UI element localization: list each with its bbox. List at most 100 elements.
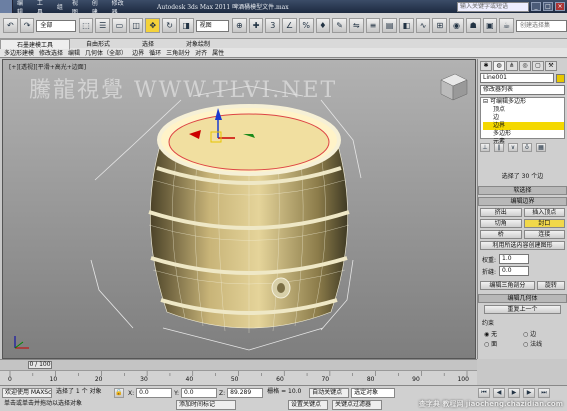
turn-button[interactable]: 旋转 [536,281,565,290]
motion-tab-icon[interactable]: ◎ [519,61,531,71]
ribbon-panel-geometry-all[interactable]: 几何体（全部） [85,48,127,57]
z-coordinate-field[interactable]: 89.289 [227,388,264,398]
constraint-edge-radio[interactable]: ○ 边 [523,329,561,338]
stack-item-border[interactable]: 边界 [483,122,564,130]
layer-manager-icon[interactable]: ▤ [382,18,398,33]
ribbon-tab-selection[interactable]: 选择 [126,39,170,48]
select-rotate-icon[interactable]: ↻ [162,18,177,33]
search-input[interactable]: 输入关键字或短语 [457,1,529,12]
weight-spinner[interactable]: 1.0 [499,254,530,264]
ribbon-panel-poly-modeling[interactable]: 多边形建模 [4,48,34,57]
perspective-viewport[interactable]: [+][透视][平滑+高光+边面] 騰龍視覺 WWW.TLVI.NET [2,59,476,359]
modify-tab-icon[interactable]: ◍ [493,61,505,71]
create-tab-icon[interactable]: ✱ [480,61,492,71]
ribbon-tab-graphite[interactable]: 石墨建模工具 [0,38,71,49]
extrude-button[interactable]: 挤出 [480,208,522,217]
rect-selection-icon[interactable]: ▭ [112,18,127,33]
ribbon-panel-align[interactable]: 对齐 [195,48,207,57]
cap-button[interactable]: 封口 [523,219,565,228]
window-crossing-icon[interactable]: ◫ [128,18,144,33]
select-move-icon[interactable]: ✥ [145,18,161,33]
crease-spinner[interactable]: 0.0 [499,266,530,276]
insert-vertex-button[interactable]: 插入顶点 [523,208,565,217]
stack-item-polygon[interactable]: 多边形 [483,130,564,138]
go-to-end-icon[interactable]: ⏭ [538,388,550,398]
close-icon[interactable]: × [555,2,565,11]
configure-sets-icon[interactable]: ▦ [536,142,546,152]
ribbon-panel-loops[interactable]: 循环 [149,48,161,57]
ribbon-panel-borders[interactable]: 边界 [132,48,144,57]
edit-borders-rollout[interactable]: 编辑边界 [478,197,567,206]
constraint-none-radio[interactable]: ◉ 无 [484,329,522,338]
minimize-icon[interactable]: _ [531,2,541,11]
ribbon-panel-modify-selection[interactable]: 修改选择 [39,48,63,57]
next-frame-icon[interactable]: ▶ [523,388,535,398]
modifier-stack[interactable]: ⊟ 可编辑多边形 顶点 边 边界 多边形 元素 [480,97,565,145]
stack-item-editable-poly[interactable]: ⊟ 可编辑多边形 [483,98,564,106]
undo-icon[interactable]: ↶ [3,18,18,33]
time-slider-thumb[interactable]: 0 / 100 [28,361,52,369]
select-scale-icon[interactable]: ◨ [178,18,194,33]
connect-button[interactable]: 连接 [523,230,565,239]
go-to-start-icon[interactable]: ⏮ [478,388,490,398]
snap-toggle-icon[interactable]: 3 [265,18,281,33]
schematic-view-icon[interactable]: ⊞ [432,18,448,33]
maxscript-listener[interactable]: 欢迎使用 MAXSc [2,388,52,398]
auto-key-button[interactable]: 自动关键点 [309,388,350,398]
edit-named-sets-icon[interactable]: ✎ [332,18,347,33]
app-logo-icon[interactable] [0,0,13,13]
constraint-normal-radio[interactable]: ○ 法线 [523,339,561,348]
material-editor-icon[interactable]: ◉ [449,18,464,33]
ribbon-panel-tris[interactable]: 三角剖分 [166,48,190,57]
percent-snap-icon[interactable]: % [298,18,314,33]
create-shape-button[interactable]: 利用所选内容创建图形 [480,241,565,250]
key-filters-button[interactable]: 关键点过滤器 [332,400,382,410]
curve-editor-icon[interactable]: ∿ [415,18,431,33]
render-frame-icon[interactable]: ▣ [482,18,498,33]
key-mode-dropdown[interactable]: 选定对象 [351,388,396,398]
edit-triangulation-button[interactable]: 编辑三角剖分 [480,281,535,290]
utilities-tab-icon[interactable]: ⚒ [545,61,557,71]
named-selection-set-dropdown[interactable]: 创建选择集 [515,19,567,32]
make-unique-icon[interactable]: ∨ [508,142,518,152]
select-object-icon[interactable]: ⬚ [78,18,94,33]
viewcube-icon[interactable] [440,73,468,101]
modifier-list-dropdown[interactable]: 修改器列表 [480,85,565,95]
track-bar[interactable]: 0 10 20 30 40 50 60 70 80 90 100 [0,370,477,385]
render-setup-icon[interactable]: ☗ [465,18,481,33]
set-key-button[interactable]: 设置关键点 [288,400,328,410]
object-color-swatch[interactable] [556,73,565,83]
ribbon-panel-properties[interactable]: 属性 [212,48,224,57]
constraint-face-radio[interactable]: ○ 面 [484,339,522,348]
repeat-last-button[interactable]: 重复上一个 [484,305,561,314]
align-icon[interactable]: ≡ [365,18,381,33]
ribbon-panel-edit[interactable]: 编辑 [68,48,80,57]
pivot-icon[interactable]: ⊕ [232,18,247,33]
redo-icon[interactable]: ↷ [19,18,35,33]
x-coordinate-field[interactable]: 0.0 [136,388,173,398]
time-slider[interactable]: 0 / 100 [0,359,477,370]
menu-item[interactable]: 组 [57,2,63,11]
graphite-toggle-icon[interactable]: ◧ [399,18,414,33]
soft-selection-rollout[interactable]: 软选择 [478,186,567,195]
select-by-name-icon[interactable]: ☰ [95,18,111,33]
chamfer-button[interactable]: 切角 [480,219,522,228]
render-icon[interactable]: ☕ [499,18,514,33]
select-manipulate-icon[interactable]: ✚ [248,18,264,33]
barrel-model[interactable] [3,60,476,359]
ribbon-tab-freeform[interactable]: 自由形式 [70,39,126,48]
angle-snap-icon[interactable]: ∠ [282,18,297,33]
lock-selection-icon[interactable]: 🔒 [114,388,124,398]
selection-filter-dropdown[interactable]: 全部 [36,19,76,32]
edit-geometry-rollout[interactable]: 编辑几何体 [478,294,567,303]
object-name-field[interactable]: Line001 [480,73,554,83]
stack-item-vertex[interactable]: 顶点 [483,106,564,114]
show-end-result-icon[interactable]: ∥ [494,142,504,152]
display-tab-icon[interactable]: ▢ [532,61,544,71]
remove-modifier-icon[interactable]: ō [522,142,532,152]
play-icon[interactable]: ▶ [508,388,520,398]
spinner-snap-icon[interactable]: ♦ [315,18,331,33]
ribbon-tab-object-paint[interactable]: 对象绘制 [170,39,226,48]
bridge-button[interactable]: 桥 [480,230,522,239]
reference-coordinate-dropdown[interactable]: 视图 [195,19,229,32]
